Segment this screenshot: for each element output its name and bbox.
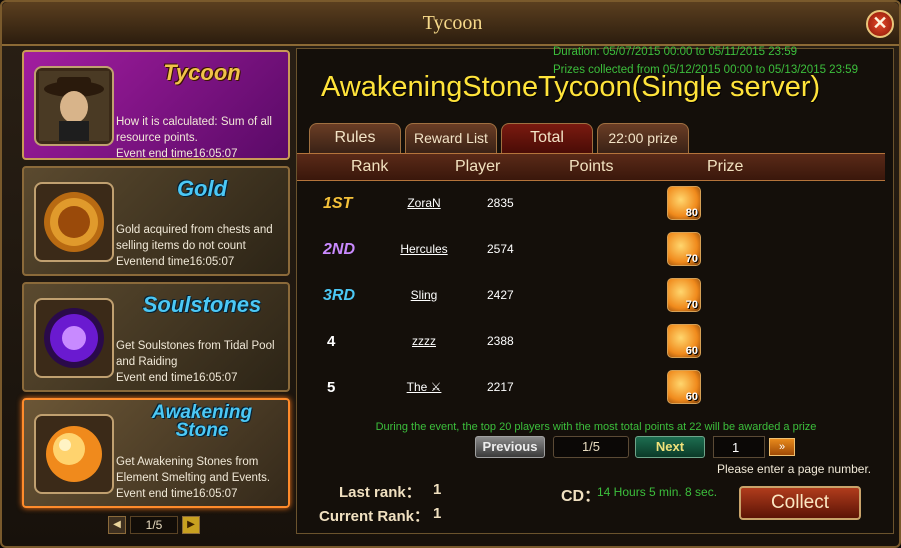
prize-item-icon[interactable]: 70	[667, 232, 701, 266]
rank-badge: 1ST	[323, 195, 353, 212]
rank-number: 5	[327, 379, 336, 396]
gold-coin-icon	[34, 182, 114, 262]
player-points: 2835	[487, 196, 514, 210]
event-end-time: Event end time16:05:07	[116, 488, 238, 500]
rank-number: 4	[327, 333, 336, 350]
player-points: 2217	[487, 380, 514, 394]
page-input-hint: Please enter a page number.	[717, 462, 872, 476]
event-end-time: Eventend time16:05:07	[116, 256, 235, 268]
card-title: Gold	[176, 176, 228, 201]
sidebar-next-button[interactable]: ▶	[182, 516, 200, 534]
awakening-stone-icon	[34, 414, 114, 494]
player-points: 2574	[487, 242, 514, 256]
current-rank-label: Current Rank：	[319, 508, 430, 525]
player-name[interactable]: ZoraN	[397, 196, 451, 210]
card-description: Gold acquired from chests and selling it…	[116, 224, 273, 252]
prize-item-icon[interactable]: 60	[667, 370, 701, 404]
event-card-soulstones[interactable]: Soulstones Get Soulstones from Tidal Poo…	[22, 282, 290, 392]
tycoon-portrait-icon	[34, 66, 114, 146]
event-card-tycoon[interactable]: Tycoon How it is calculated: Sum of all …	[22, 50, 290, 160]
prize-item-icon[interactable]: 80	[667, 186, 701, 220]
duration-text: Duration: 05/07/2015 00:00 to 05/11/2015…	[553, 46, 798, 58]
column-player: Player	[455, 158, 501, 175]
prize-item-icon[interactable]: 60	[667, 324, 701, 358]
cooldown-timer: 14 Hours 5 min. 8 sec.	[597, 485, 718, 499]
prize-count: 60	[685, 345, 698, 357]
table-header: Rank Player Points Prize	[297, 153, 885, 181]
card-title-line2: Stone	[175, 420, 229, 441]
player-points: 2388	[487, 334, 514, 348]
window-title: Tycoon	[422, 12, 483, 34]
event-headline: AwakeningStoneTycoon(Single server)	[321, 71, 821, 103]
last-rank-value: 1	[433, 481, 442, 498]
prize-count: 70	[685, 253, 698, 265]
prize-count: 80	[685, 207, 698, 219]
page-indicator: 1/5	[553, 436, 629, 458]
event-end-time: Event end time16:05:07	[116, 372, 238, 384]
event-card-awakening-stone[interactable]: Awakening Stone Get Awakening Stones fro…	[22, 398, 290, 508]
table-row: 2ND Hercules 2574 70	[297, 227, 885, 273]
player-name[interactable]: Sling	[397, 288, 451, 302]
rank-badge: 3RD	[323, 287, 356, 304]
cooldown-label: CD：	[561, 488, 601, 505]
player-name[interactable]: Hercules	[397, 242, 451, 256]
player-name[interactable]: The ⚔	[397, 380, 451, 394]
tab-reward-list[interactable]: Reward List	[405, 123, 497, 153]
card-title: Soulstones	[142, 292, 262, 317]
event-notice: During the event, the top 20 players wit…	[375, 421, 817, 433]
previous-page-button[interactable]: Previous	[475, 436, 545, 458]
sidebar-prev-button[interactable]: ◀	[108, 516, 126, 534]
soulstone-orb-icon	[34, 298, 114, 378]
tab-rules[interactable]: Rules	[309, 123, 401, 153]
event-sidebar: Tycoon How it is calculated: Sum of all …	[20, 48, 292, 540]
collect-button[interactable]: Collect	[739, 486, 861, 520]
last-rank-label: Last rank：	[339, 484, 421, 501]
tycoon-window: Tycoon ✕ Tycoon How it is calculated: Su…	[0, 0, 901, 548]
current-rank-value: 1	[433, 505, 442, 522]
player-name[interactable]: zzzz	[397, 334, 451, 348]
card-description: Get Awakening Stones from Element Smelti…	[116, 456, 271, 484]
prize-item-icon[interactable]: 70	[667, 278, 701, 312]
event-end-time: Event end time16:05:07	[116, 148, 238, 160]
card-description: Get Soulstones from Tidal Pool and Raidi…	[116, 340, 275, 368]
rank-badge: 2ND	[323, 241, 356, 258]
card-title: Awakening Stone	[116, 403, 288, 441]
player-points: 2427	[487, 288, 514, 302]
sidebar-pager: ◀ 1/5 ▶	[108, 514, 202, 536]
table-row: 5 The ⚔ 2217 60	[297, 365, 885, 411]
column-rank: Rank	[351, 158, 389, 175]
column-points: Points	[569, 158, 614, 175]
column-prize: Prize	[707, 158, 744, 175]
sidebar-page-number: 1/5	[130, 516, 178, 534]
page-number-input[interactable]	[713, 436, 765, 458]
card-description: How it is calculated: Sum of all resourc…	[116, 116, 272, 144]
tab-total[interactable]: Total	[501, 123, 593, 153]
event-card-gold[interactable]: Gold Gold acquired from chests and selli…	[22, 166, 290, 276]
tab-22-prize[interactable]: 22:00 prize	[597, 123, 689, 153]
prize-count: 70	[685, 299, 698, 311]
prize-count: 60	[685, 391, 698, 403]
table-row: 4 zzzz 2388 60	[297, 319, 885, 365]
close-button[interactable]: ✕	[866, 10, 894, 38]
card-title: Tycoon	[163, 60, 241, 85]
go-to-page-button[interactable]: »	[769, 438, 795, 456]
ranking-panel: Duration: 05/07/2015 00:00 to 05/11/2015…	[296, 46, 894, 534]
table-row: 3RD Sling 2427 70	[297, 273, 885, 319]
next-page-button[interactable]: Next	[635, 436, 705, 458]
table-row: 1ST ZoraN 2835 80	[297, 181, 885, 227]
